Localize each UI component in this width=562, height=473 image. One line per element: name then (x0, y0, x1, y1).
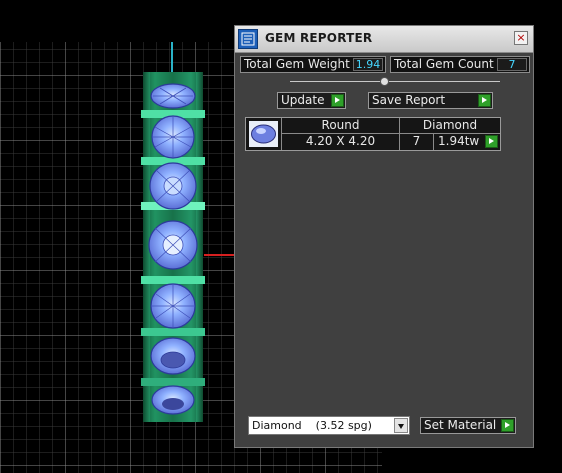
gem-reporter-panel: GEM REPORTER × Total Gem Weight 1.94 Tot… (234, 25, 534, 448)
save-report-button-label: Save Report (372, 93, 446, 107)
window-title: GEM REPORTER (265, 31, 373, 45)
gem-6[interactable] (150, 337, 196, 375)
total-gem-weight-box: Total Gem Weight 1.94 (240, 56, 386, 73)
gem-5[interactable] (150, 283, 196, 329)
title-bar[interactable]: GEM REPORTER × (235, 26, 533, 53)
gem-1[interactable] (150, 83, 196, 109)
gem-table: Round Diamond 4.20 X 4.20 7 1.94tw (245, 117, 501, 151)
material-name: Diamond (252, 419, 302, 432)
total-gem-count-value: 7 (497, 58, 527, 71)
total-gem-weight-value: 1.94 (353, 58, 383, 71)
ring-band[interactable] (141, 72, 205, 422)
gem-4[interactable] (148, 220, 198, 270)
gem-3[interactable] (149, 162, 197, 210)
save-report-button[interactable]: Save Report (368, 92, 493, 109)
play-arrow-icon[interactable] (485, 135, 498, 148)
play-arrow-icon (478, 94, 491, 107)
play-arrow-icon (501, 419, 514, 432)
prong-bar (141, 328, 205, 336)
gem-2[interactable] (151, 115, 195, 159)
slider-track[interactable] (290, 81, 500, 82)
gem-count-cell: 7 (400, 134, 434, 150)
gem-weight-cell[interactable]: 1.94tw (434, 134, 500, 150)
gem-thumbnail-cell[interactable] (246, 118, 282, 150)
gem-material-cell: Diamond (400, 118, 500, 134)
update-button[interactable]: Update (277, 92, 346, 109)
gem-shape-cell: Round (282, 118, 400, 134)
prong-bar (141, 378, 205, 386)
play-arrow-icon (331, 94, 344, 107)
set-material-button-label: Set Material (424, 418, 497, 432)
total-gem-weight-label: Total Gem Weight (244, 57, 350, 71)
material-dropdown[interactable]: Diamond (3.52 spg) (248, 416, 410, 435)
gem-reporter-app-icon (238, 29, 258, 49)
update-button-label: Update (281, 93, 325, 107)
total-gem-count-label: Total Gem Count (394, 57, 494, 71)
material-dropdown-value: Diamond (3.52 spg) (252, 417, 372, 434)
gem-size-cell: 4.20 X 4.20 (282, 134, 400, 150)
gem-7[interactable] (151, 385, 195, 415)
slider-thumb[interactable] (380, 77, 389, 86)
material-sg: (3.52 spg) (315, 419, 372, 432)
total-gem-count-box: Total Gem Count 7 (390, 56, 530, 73)
gem-weight-value: 1.94tw (438, 134, 480, 148)
set-material-button[interactable]: Set Material (420, 417, 516, 434)
close-icon[interactable]: × (514, 31, 528, 45)
prong-bar (141, 276, 205, 284)
chevron-down-icon[interactable] (394, 418, 408, 433)
round-gem-icon (249, 121, 278, 147)
